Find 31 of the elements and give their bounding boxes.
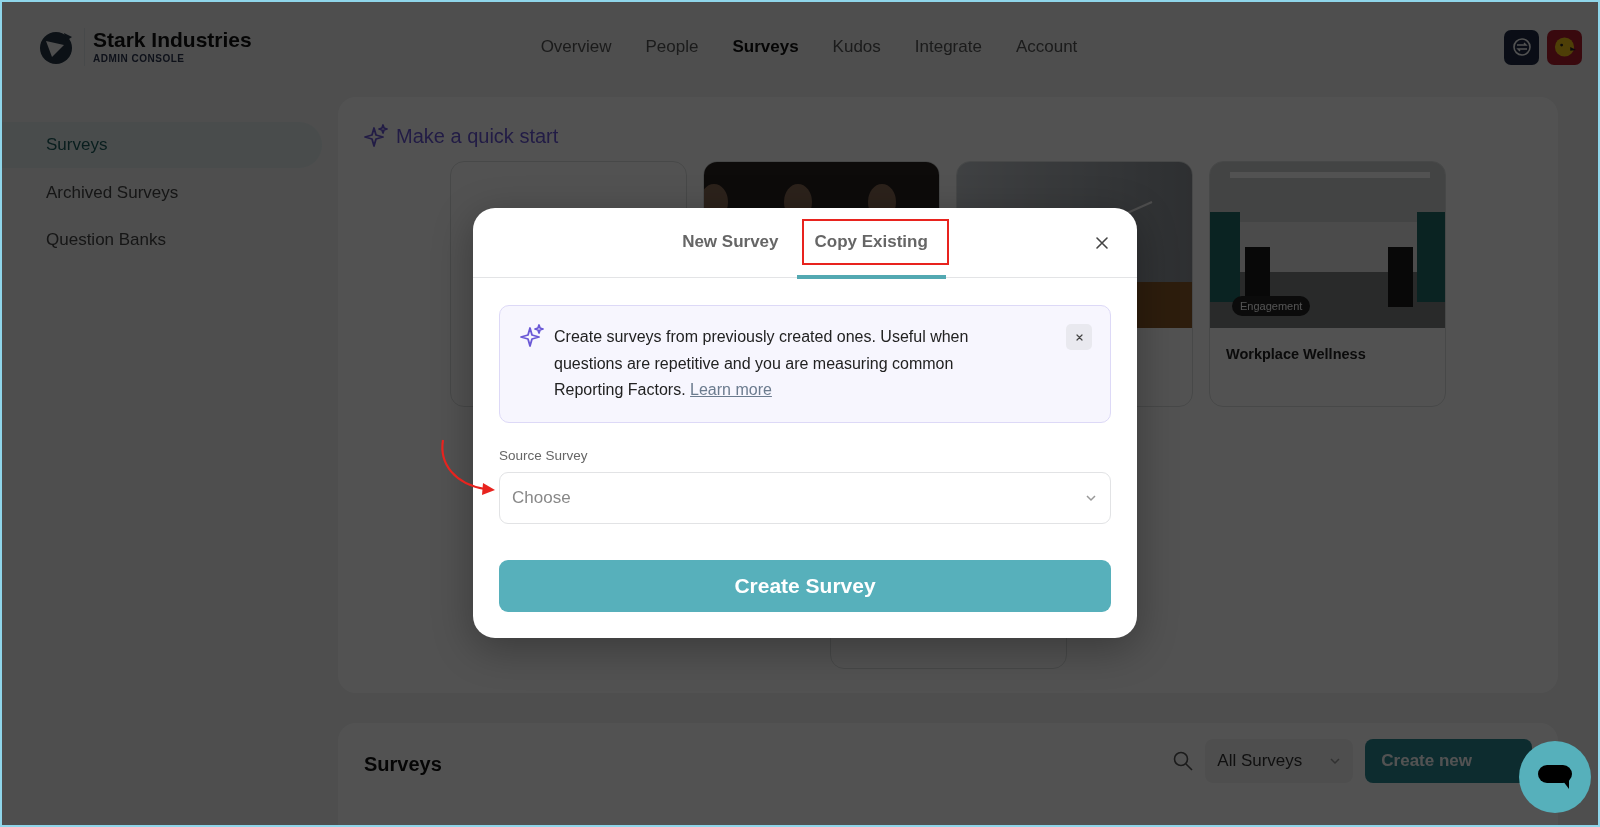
close-icon: [1074, 332, 1084, 342]
create-survey-button[interactable]: Create Survey: [499, 559, 1111, 612]
card-title: Workplace Wellness: [1225, 345, 1367, 364]
dialog-tab[interactable]: New Survey: [664, 208, 797, 279]
sidebar-item[interactable]: Archived Surveys: [2, 169, 322, 215]
sparkle-icon: [520, 324, 544, 348]
learn-more-link[interactable]: Learn more: [690, 381, 772, 398]
chevron-down-icon: [1085, 492, 1097, 503]
avatar-button[interactable]: [1547, 29, 1582, 65]
chat-icon: [1537, 763, 1573, 791]
info-text: Create surveys from previously created ones. Useful when questions are repetitive and you are measuring common Reporting Factors. Learn more: [554, 327, 970, 400]
template-card[interactable]: Engagement Workplace Wellness: [1209, 161, 1446, 407]
nav-link[interactable]: Surveys: [732, 34, 799, 60]
sidebar-item[interactable]: Question Banks: [2, 217, 322, 263]
bird-avatar-icon: [1553, 35, 1576, 59]
close-icon: [1095, 236, 1109, 250]
search-icon[interactable]: [1173, 751, 1194, 771]
source-survey-select[interactable]: Choose: [499, 471, 1111, 524]
org-name: Stark Industries: [93, 27, 252, 52]
field-label: Source Survey: [499, 446, 589, 465]
dismiss-button[interactable]: [1066, 324, 1092, 350]
panel-title: Surveys: [364, 752, 442, 777]
create-new-button[interactable]: Create new: [1365, 739, 1532, 783]
switch-button[interactable]: [1504, 29, 1539, 65]
sidebar-item[interactable]: Surveys: [2, 122, 322, 168]
filter-select[interactable]: All Surveys: [1205, 739, 1354, 783]
org-subtitle: ADMIN CONSOLE: [93, 52, 186, 67]
chevron-down-icon: [1329, 756, 1342, 766]
exchange-icon: [1511, 37, 1532, 57]
sparkle-icon: [364, 124, 388, 148]
dialog-tab[interactable]: Copy Existing: [796, 208, 946, 279]
